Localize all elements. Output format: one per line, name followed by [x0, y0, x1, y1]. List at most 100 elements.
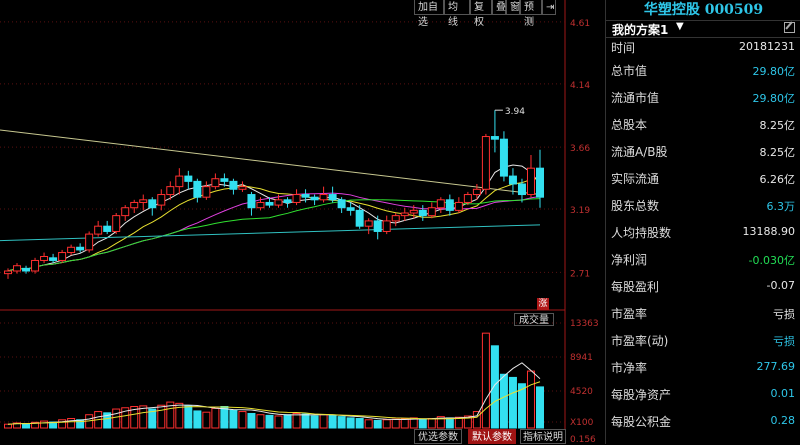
- candle-body: [94, 225, 103, 235]
- volume-bar: [382, 419, 391, 429]
- candle-body: [409, 209, 418, 214]
- volume-bar: [526, 370, 535, 429]
- candle-body: [364, 220, 373, 227]
- candle-body: [49, 257, 58, 261]
- volume-bar: [355, 418, 364, 429]
- field-value: 0.28: [770, 414, 796, 427]
- volume-bar: [319, 414, 328, 429]
- tab-optimized-params[interactable]: 优选参数: [414, 429, 462, 444]
- pin-icon[interactable]: ⇥: [542, 0, 556, 15]
- candle-body: [139, 199, 148, 203]
- candle-body: [202, 186, 211, 198]
- candle-body: [211, 178, 220, 188]
- price-axis-label: 4.61: [570, 19, 590, 29]
- volume-bar: [40, 420, 49, 429]
- volume-bar: [274, 415, 283, 429]
- volume-bar: [22, 423, 31, 429]
- candle-body: [148, 199, 157, 209]
- adjust-button[interactable]: 复权: [470, 0, 492, 28]
- candle-body: [391, 215, 400, 222]
- field-value: -0.030亿: [748, 254, 795, 267]
- candle-body: [166, 186, 175, 196]
- candle-body: [193, 180, 202, 198]
- ma-long-line: [0, 224, 541, 242]
- field-value: 29.80亿: [752, 65, 796, 78]
- ma-button[interactable]: 均线: [444, 0, 470, 28]
- up-badge: 涨: [537, 298, 549, 310]
- candle-body: [130, 201, 139, 209]
- candle-body: [238, 186, 247, 190]
- candle-body: [418, 209, 427, 217]
- volume-bar: [247, 412, 256, 429]
- tab-default-params[interactable]: 默认参数: [468, 429, 516, 444]
- candle-body: [526, 167, 535, 196]
- volume-bar: [391, 418, 400, 429]
- candle-body: [67, 246, 76, 254]
- field-value: -0.07: [766, 279, 795, 292]
- field-label: 净利润: [611, 253, 648, 267]
- field-row: 每股公积金 0.28: [606, 408, 800, 434]
- field-label: 实际流通: [611, 172, 660, 186]
- field-value: 8.25亿: [759, 119, 796, 132]
- volume-bar: [256, 414, 265, 429]
- volume-bar: [157, 404, 166, 429]
- volume-bar: [202, 411, 211, 429]
- candle-body: [301, 194, 310, 198]
- volume-bar: [265, 414, 274, 429]
- forecast-button[interactable]: 预测: [520, 0, 542, 28]
- field-row: 每股盈利 -0.07: [606, 273, 800, 299]
- volume-axis-label: X100: [570, 418, 594, 428]
- field-row: 实际流通 6.26亿: [606, 165, 800, 191]
- field-value: 亏损: [773, 308, 795, 321]
- field-label: 市净率: [611, 361, 648, 375]
- window-button[interactable]: 窗: [506, 0, 520, 15]
- field-label: 股东总数: [611, 199, 660, 213]
- candle-body: [292, 194, 301, 203]
- plan-name: 我的方案1: [612, 23, 669, 37]
- field-label: 流通市值: [611, 91, 660, 105]
- plan-selector[interactable]: 我的方案1 ▼: [606, 20, 800, 38]
- field-row: 人均持股数 13188.90: [606, 219, 800, 245]
- add-watchlist-button[interactable]: 加自选: [414, 0, 444, 28]
- kline-chart-area[interactable]: 4.61 4.14 3.66 3.19 2.71 3.94 13363 8941 4520 X10…: [0, 0, 605, 444]
- candle-body: [481, 136, 490, 190]
- kline-svg[interactable]: 4.61 4.14 3.66 3.19 2.71 3.94 13363 8941 4520 X10…: [0, 0, 605, 444]
- volume-bar: [472, 411, 481, 429]
- field-label: 时间: [611, 41, 636, 55]
- field-value: 6.3万: [766, 200, 796, 213]
- field-value: 0.01: [770, 387, 796, 400]
- field-row: 市净率 277.69: [606, 354, 800, 380]
- candle-body: [517, 183, 526, 196]
- field-label: 每股净资产: [611, 388, 672, 402]
- field-row: 市盈率 亏损: [606, 300, 800, 326]
- volume-bar: [4, 423, 12, 429]
- overlay-button[interactable]: 叠: [492, 0, 506, 15]
- candle-body: [373, 220, 382, 232]
- field-row: 流通市值 29.80亿: [606, 84, 800, 110]
- candle-body: [184, 175, 193, 182]
- volume-bar: [310, 415, 319, 429]
- candle-body: [40, 256, 49, 261]
- field-value: 20181231: [739, 40, 795, 53]
- volume-axis-label: 8941: [570, 353, 593, 363]
- candle-body: [256, 201, 265, 209]
- field-row: 总股本 8.25亿: [606, 111, 800, 137]
- edit-icon[interactable]: [784, 22, 795, 33]
- dropdown-arrow-icon[interactable]: ▼: [676, 21, 684, 32]
- volume-bar: [418, 418, 427, 429]
- field-label: 人均持股数: [611, 226, 672, 240]
- field-value: 29.80亿: [752, 92, 796, 105]
- candle-body: [463, 194, 472, 203]
- candle-body: [508, 175, 517, 185]
- candle-body: [490, 136, 499, 140]
- tab-indicator-help[interactable]: 指标说明: [520, 429, 566, 444]
- field-row: 市盈率(动) 亏损: [606, 327, 800, 353]
- field-value: 6.26亿: [759, 173, 796, 186]
- candle-body: [220, 178, 229, 182]
- field-label: 总市值: [611, 64, 648, 78]
- price-axis-label: 3.19: [570, 206, 590, 216]
- price-axis-label: 3.66: [570, 144, 590, 154]
- field-value: 8.25亿: [759, 146, 796, 159]
- volume-label[interactable]: 成交量: [514, 313, 554, 326]
- ma-long-line: [0, 129, 541, 196]
